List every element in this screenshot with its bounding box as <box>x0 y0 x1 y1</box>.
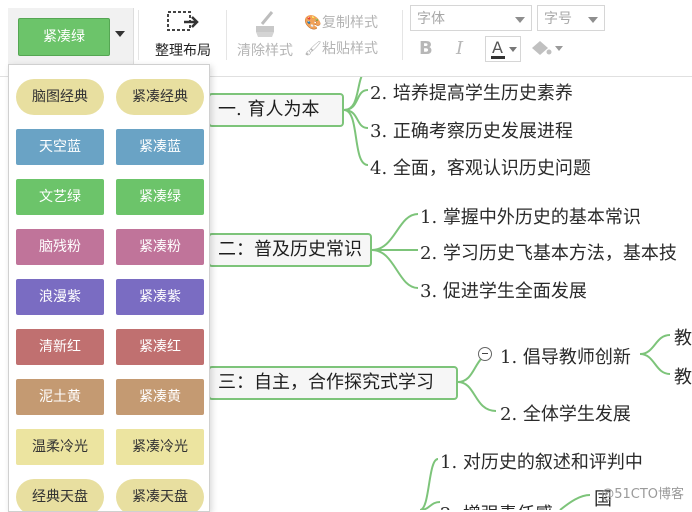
paste-style-label: 粘贴样式 <box>322 41 378 57</box>
theme-option[interactable]: 紧凑冷光 <box>116 429 204 465</box>
mindmap-node-branch3[interactable]: 三：自主，合作探究式学习 <box>208 366 458 400</box>
theme-option[interactable]: 浪漫紫 <box>16 279 104 315</box>
theme-option[interactable]: 文艺绿 <box>16 179 104 215</box>
theme-option[interactable]: 天空蓝 <box>16 129 104 165</box>
toolbar-divider <box>402 10 403 60</box>
copy-style-icon: 🎨 <box>304 15 322 31</box>
mindmap-node[interactable]: 1. 倡导教师创新 <box>500 343 631 369</box>
arrange-layout-icon <box>167 11 199 31</box>
chevron-down-icon[interactable] <box>115 31 125 37</box>
mindmap-node[interactable]: 2. 全体学生发展 <box>500 400 631 426</box>
font-color-button[interactable]: A <box>485 36 521 62</box>
font-color-swatch <box>491 56 505 59</box>
mindmap-node[interactable]: 1. 对历史的叙述和评判中 <box>440 448 643 474</box>
mindmap-node[interactable]: 4. 全面，客观认识历史问题 <box>370 154 591 180</box>
arrange-layout-label: 整理布局 <box>155 43 211 59</box>
mindmap-node[interactable]: 教 <box>674 324 692 350</box>
theme-option[interactable]: 温柔冷光 <box>16 429 104 465</box>
theme-option[interactable]: 紧凑粉 <box>116 229 204 265</box>
theme-dropdown: 脑图经典 紧凑经典 天空蓝 紧凑蓝 文艺绿 紧凑绿 脑残粉 紧凑粉 浪漫紫 紧凑紫 清新红 紧凑红 泥土… <box>8 64 210 512</box>
mindmap-node[interactable]: 2. 学习历史飞基本方法，基本技 <box>420 239 677 265</box>
chevron-down-icon <box>588 17 598 23</box>
theme-option[interactable]: 紧凑黄 <box>116 379 204 415</box>
theme-option[interactable]: 紧凑蓝 <box>116 129 204 165</box>
theme-selector[interactable]: 紧凑绿 <box>8 8 134 64</box>
copy-style-label: 复制样式 <box>322 15 378 31</box>
collapse-icon[interactable] <box>478 347 492 361</box>
theme-option[interactable]: 脑图经典 <box>16 79 104 115</box>
arrange-layout-button[interactable]: 整理布局 <box>148 8 218 62</box>
clear-style-label: 清除样式 <box>237 43 293 59</box>
copy-style-button[interactable]: 🎨复制样式 <box>304 12 378 32</box>
toolbar-divider <box>226 10 227 60</box>
clear-style-button[interactable]: 清除样式 <box>230 8 300 62</box>
theme-option[interactable]: 泥土黄 <box>16 379 104 415</box>
mindmap-node[interactable]: 教 <box>674 363 692 389</box>
font-color-letter: A <box>492 38 503 57</box>
theme-option[interactable]: 紧凑紫 <box>116 279 204 315</box>
theme-option[interactable]: 紧凑红 <box>116 329 204 365</box>
theme-option[interactable]: 紧凑绿 <box>116 179 204 215</box>
bold-button[interactable]: B <box>419 38 433 59</box>
mindmap-node[interactable]: 1. 掌握中外历史的基本常识 <box>420 203 641 229</box>
mindmap-node[interactable]: 3. 正确考察历史发展进程 <box>370 117 573 143</box>
paste-style-button[interactable]: 🖌粘贴样式 <box>304 38 378 58</box>
mindmap-node[interactable]: 3. 促进学生全面发展 <box>420 277 587 303</box>
brush-icon <box>256 11 274 37</box>
font-size-select[interactable]: 字号 <box>537 5 605 31</box>
font-family-placeholder: 字体 <box>417 11 445 27</box>
mindmap-node-branch1[interactable]: 一. 育人为本 <box>208 93 344 127</box>
fill-color-button[interactable] <box>528 38 564 65</box>
theme-option[interactable]: 经典天盘 <box>16 479 104 511</box>
font-family-select[interactable]: 字体 <box>410 5 532 31</box>
font-size-placeholder: 字号 <box>544 11 572 27</box>
theme-option[interactable]: 紧凑天盘 <box>116 479 204 511</box>
italic-button[interactable]: I <box>456 38 463 59</box>
theme-option[interactable]: 清新红 <box>16 329 104 365</box>
paste-style-icon: 🖌 <box>304 41 322 57</box>
theme-option[interactable]: 紧凑经典 <box>116 79 204 115</box>
mindmap-node[interactable]: 2. 增强责任感 <box>440 500 553 510</box>
chevron-down-icon <box>509 47 517 52</box>
theme-option[interactable]: 脑残粉 <box>16 229 104 265</box>
mindmap-node-branch2[interactable]: 二：普及历史常识 <box>208 233 372 267</box>
theme-button[interactable]: 紧凑绿 <box>18 18 110 56</box>
watermark: @51CTO博客 <box>601 487 684 502</box>
paint-bucket-icon <box>532 41 563 55</box>
chevron-down-icon <box>515 17 525 23</box>
toolbar-divider <box>138 10 139 60</box>
mindmap-node[interactable]: 2. 培养提高学生历史素养 <box>370 79 573 105</box>
